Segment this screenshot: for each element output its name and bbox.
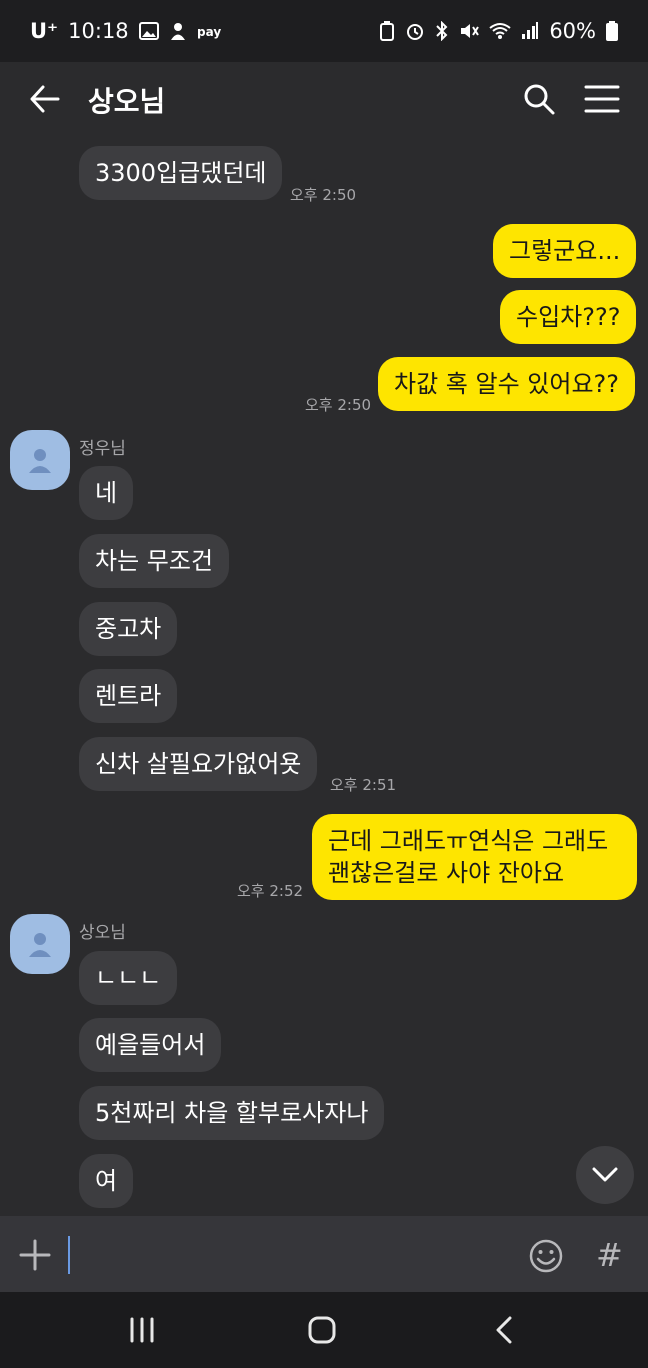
alarm-icon bbox=[405, 21, 425, 41]
message-input[interactable] bbox=[70, 1232, 514, 1278]
chevron-down-icon bbox=[592, 1167, 618, 1182]
battery-percent: 60% bbox=[549, 19, 596, 43]
scroll-to-bottom-button[interactable] bbox=[576, 1146, 634, 1204]
sender-name-text: 상오님 bbox=[79, 923, 126, 943]
status-bar-right: 60% bbox=[379, 19, 618, 43]
message-text: 그렇군요... bbox=[509, 237, 621, 265]
svg-text:pay: pay bbox=[197, 25, 221, 39]
mute-icon bbox=[459, 21, 480, 41]
avatar[interactable] bbox=[10, 430, 70, 490]
hash-icon[interactable]: # bbox=[596, 1236, 623, 1274]
message-bubble-outgoing[interactable]: 그렇군요... bbox=[493, 224, 637, 278]
message-text: 여 bbox=[95, 1167, 118, 1195]
message-text-line2: 괜찮은걸로 사야 잔아요 bbox=[328, 859, 565, 887]
message-bubble-incoming[interactable]: 차는 무조건 bbox=[79, 534, 230, 588]
message-text: 중고차 bbox=[95, 615, 162, 643]
system-nav-bar bbox=[0, 1292, 648, 1368]
message-bubble-incoming[interactable]: 네 bbox=[79, 466, 134, 520]
home-icon[interactable] bbox=[302, 1312, 342, 1348]
image-icon bbox=[138, 22, 159, 40]
message-text: 수입차??? bbox=[516, 303, 621, 331]
message-bubble-outgoing[interactable]: 차값 혹 알수 있어요?? bbox=[378, 357, 636, 411]
signal-icon bbox=[521, 22, 539, 40]
sender-name-text: 정우님 bbox=[79, 439, 126, 459]
message-text: 차는 무조건 bbox=[95, 547, 214, 575]
message-text: ㄴㄴㄴ bbox=[95, 964, 162, 992]
status-bar: U⁺ 10:18 pay 60% bbox=[0, 0, 648, 62]
payment-app-icon bbox=[169, 21, 187, 41]
message-bubble-incoming[interactable]: ㄴㄴㄴ bbox=[79, 951, 178, 1005]
message-bubble-incoming[interactable]: 5천짜리 차을 할부로사자나 bbox=[79, 1086, 385, 1140]
message-text: 신차 살필요가없어욧 bbox=[95, 750, 302, 778]
message-time: 오후 2:50 bbox=[290, 186, 357, 204]
back-arrow-icon[interactable] bbox=[28, 82, 62, 116]
message-time: 오후 2:51 bbox=[330, 776, 397, 794]
message-text: 렌트라 bbox=[95, 682, 162, 710]
recent-apps-icon[interactable] bbox=[122, 1312, 162, 1348]
wifi-icon bbox=[489, 22, 511, 40]
message-list[interactable]: 3300입급댔던데 오후 2:50 그렇군요... 수입차??? 차값 혹 알수… bbox=[0, 136, 648, 1216]
message-time: 오후 2:50 bbox=[305, 396, 372, 414]
message-bubble-outgoing[interactable]: 수입차??? bbox=[500, 290, 637, 344]
chat-header: 상오님 bbox=[0, 62, 648, 136]
message-bubble-outgoing[interactable]: 근데 그래도ㅠ연식은 그래도 괜찮은걸로 사야 잔아요 bbox=[312, 814, 637, 900]
emoji-icon[interactable] bbox=[528, 1238, 564, 1274]
menu-icon[interactable] bbox=[584, 84, 620, 114]
message-text-line1: 근데 그래도ㅠ연식은 그래도 bbox=[328, 827, 609, 855]
pay-icon: pay bbox=[197, 22, 225, 40]
sender-name: 상오님 bbox=[79, 918, 126, 943]
message-text: 5천짜리 차을 할부로사자나 bbox=[95, 1099, 369, 1127]
profile-icon bbox=[29, 933, 51, 957]
clock: 10:18 bbox=[68, 19, 129, 43]
message-input-bar: # bbox=[0, 1216, 648, 1292]
bluetooth-icon bbox=[435, 21, 449, 41]
message-text: 네 bbox=[95, 479, 118, 507]
message-bubble-incoming[interactable]: 렌트라 bbox=[79, 669, 178, 723]
avatar[interactable] bbox=[10, 914, 70, 974]
message-text: 예을들어서 bbox=[95, 1031, 206, 1059]
message-text: 차값 혹 알수 있어요?? bbox=[394, 370, 620, 398]
message-time: 오후 2:52 bbox=[237, 882, 304, 900]
status-bar-left: U⁺ 10:18 pay bbox=[30, 19, 225, 43]
battery-icon bbox=[606, 21, 618, 41]
chat-title: 상오님 bbox=[88, 80, 165, 120]
search-icon[interactable] bbox=[522, 82, 556, 116]
message-bubble-incoming[interactable]: 예을들어서 bbox=[79, 1018, 222, 1072]
battery-saver-icon bbox=[379, 21, 395, 41]
chat-title-text: 상오님 bbox=[88, 85, 166, 118]
sender-name: 정우님 bbox=[79, 434, 126, 459]
carrier-label: U⁺ bbox=[30, 19, 59, 43]
message-bubble-incoming[interactable]: 중고차 bbox=[79, 602, 178, 656]
back-icon[interactable] bbox=[484, 1312, 524, 1348]
message-bubble-incoming[interactable]: 3300입급댔던데 bbox=[79, 146, 283, 200]
plus-icon[interactable] bbox=[18, 1238, 52, 1272]
profile-icon bbox=[29, 449, 51, 473]
message-text: 3300입급댔던데 bbox=[95, 159, 267, 187]
message-bubble-incoming[interactable]: 신차 살필요가없어욧 bbox=[79, 737, 318, 791]
message-bubble-incoming[interactable]: 여 bbox=[79, 1154, 134, 1208]
